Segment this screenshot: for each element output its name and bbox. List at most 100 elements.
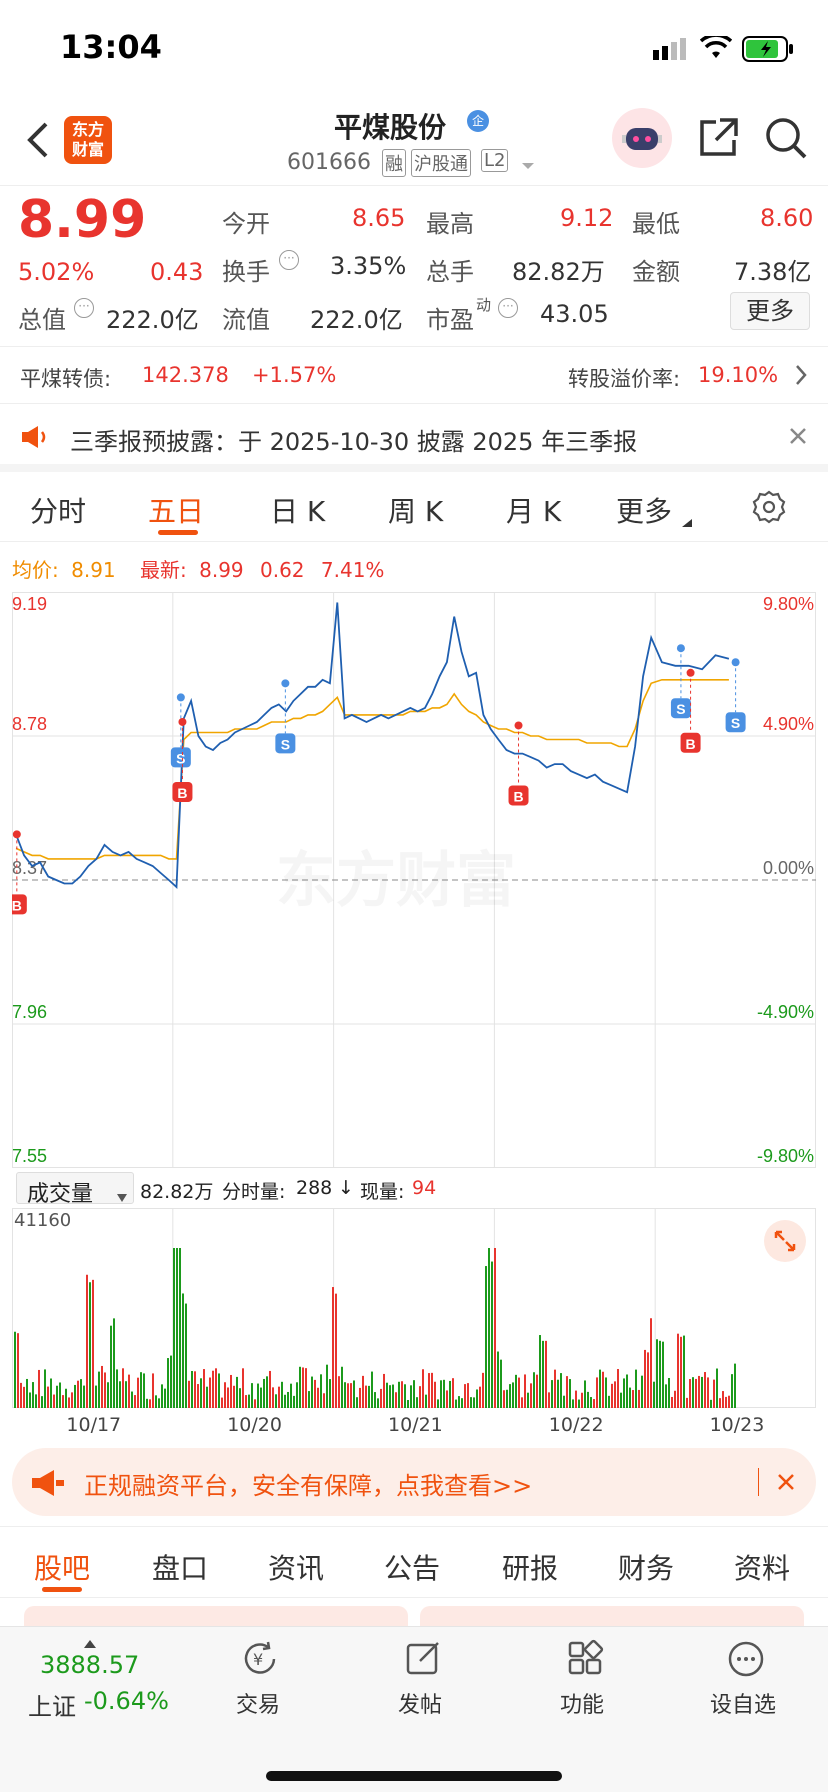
volume-selector[interactable]: 成交量 (16, 1172, 134, 1207)
nav-add-watchlist[interactable]: 设自选 (710, 1687, 776, 1719)
volume-bar (638, 1389, 640, 1408)
convertible-bond-row[interactable]: 平煤转债: 142.378 +1.57% 转股溢价率: 19.10% (0, 346, 828, 404)
volume-bar (602, 1371, 604, 1408)
volume-bar (626, 1374, 628, 1408)
pe-label: 市盈 (426, 306, 474, 334)
avg-value: 8.91 (71, 558, 116, 582)
change-value: 0.43 (150, 258, 204, 286)
volume-bar (311, 1376, 313, 1408)
ad-banner[interactable]: 正规融资平台，安全有保障，点我查看>> (12, 1448, 816, 1516)
tick-volume-value: 288 (296, 1177, 333, 1199)
volume-bar (530, 1383, 532, 1408)
trade-icon[interactable]: ¥ (240, 1639, 280, 1679)
volume-bar (80, 1379, 82, 1408)
signal-icon (653, 38, 689, 60)
tab-news[interactable]: 资讯 (268, 1547, 324, 1587)
tab-more[interactable]: 更多 (616, 490, 672, 530)
volume-bar (611, 1383, 613, 1408)
chevron-down-icon[interactable] (520, 156, 536, 169)
tab-intraday[interactable]: 分时 (30, 490, 86, 530)
tab-announcements[interactable]: 公告 (384, 1547, 440, 1587)
tag-l2: L2 (481, 149, 509, 172)
trade-marker-label: S (176, 750, 185, 766)
price-chart[interactable]: 9.19 9.80% 8.78 4.90% 8.37 0.00% 7.96 -4.90% 7.5… (12, 592, 816, 1168)
close-icon[interactable] (788, 426, 808, 446)
info-icon[interactable]: ··· (74, 298, 94, 318)
volume-bar (527, 1392, 529, 1408)
volume-bar (203, 1369, 205, 1408)
volume-bar (575, 1390, 577, 1408)
tab-five-day[interactable]: 五日 (148, 490, 204, 530)
volume-bar (698, 1375, 700, 1408)
index-value[interactable]: 3888.57 (40, 1651, 139, 1679)
volume-bar (173, 1248, 175, 1408)
volume-bar (470, 1397, 472, 1408)
share-icon[interactable] (696, 116, 740, 160)
app-logo[interactable]: 东方 财富 (64, 116, 112, 164)
chart-tabs: 分时 五日 日 K 周 K 月 K 更多 (0, 476, 828, 542)
trade-marker-label: B (686, 736, 696, 752)
volume-bar (365, 1385, 367, 1408)
volume-bar (56, 1385, 58, 1408)
volume-bar (434, 1381, 436, 1408)
volume-bar (155, 1395, 157, 1408)
tab-research[interactable]: 研报 (502, 1547, 558, 1587)
info-icon[interactable]: ··· (498, 298, 518, 318)
volume-bar (215, 1368, 217, 1408)
volume-bar (314, 1379, 316, 1408)
volume-bar (512, 1382, 514, 1408)
volume-chart[interactable]: 41160 (12, 1208, 816, 1408)
volume-bar (644, 1349, 646, 1408)
volume-bar (263, 1378, 265, 1408)
volume-bar (269, 1370, 271, 1408)
add-watchlist-icon[interactable] (726, 1639, 766, 1679)
function-icon[interactable] (566, 1639, 606, 1679)
bottom-nav: 3888.57 上证 -0.64% ¥ 交易 发帖 功能 设自选 (0, 1626, 828, 1792)
volume-bar (164, 1388, 166, 1408)
volume-bar (77, 1380, 79, 1408)
tab-week-k[interactable]: 周 K (388, 490, 443, 530)
nav-post[interactable]: 发帖 (398, 1687, 442, 1719)
volume-bar (401, 1381, 403, 1408)
tab-pankou[interactable]: 盘口 (152, 1547, 208, 1587)
more-button[interactable]: 更多 (730, 292, 810, 330)
volume-bar (266, 1376, 268, 1408)
post-icon[interactable] (404, 1639, 444, 1679)
tab-guba[interactable]: 股吧 (34, 1547, 90, 1587)
high-value: 9.12 (560, 204, 614, 232)
expand-icon[interactable] (764, 1220, 806, 1262)
volume-bar (356, 1397, 358, 1408)
tab-month-k[interactable]: 月 K (506, 490, 561, 530)
volume-total: 82.82万 (140, 1181, 214, 1203)
index-change[interactable]: -0.64% (84, 1687, 169, 1715)
trade-marker-label: S (281, 736, 290, 752)
volume-bar (113, 1318, 115, 1408)
pe-superscript: 动 (476, 296, 492, 314)
tab-finance[interactable]: 财务 (618, 1547, 674, 1587)
back-button[interactable] (24, 118, 54, 162)
volume-bar (158, 1398, 160, 1408)
close-icon[interactable] (776, 1472, 796, 1492)
tab-day-k[interactable]: 日 K (270, 490, 325, 530)
chg-pct-value: 7.41% (320, 558, 385, 582)
notice-bar[interactable]: 三季报预披露：于 2025-10-30 披露 2025 年三季报 (0, 404, 828, 472)
index-name[interactable]: 上证 (28, 1687, 76, 1722)
volume-bar (149, 1399, 151, 1408)
date-label: 10/23 (709, 1414, 765, 1436)
search-icon[interactable] (764, 116, 808, 160)
nav-trade[interactable]: 交易 (236, 1687, 280, 1719)
stock-header: 东方 财富 平煤股份 企 601666 融 沪股通 L2 (0, 96, 828, 186)
volume-bar (680, 1336, 682, 1408)
last-label: 最新: (140, 558, 187, 582)
volume-bar (587, 1391, 589, 1408)
last-value: 8.99 (199, 558, 244, 582)
triangle-down-icon (682, 512, 692, 527)
tab-profile[interactable]: 资料 (734, 1547, 790, 1587)
settings-gear-icon[interactable] (752, 490, 786, 524)
robot-assistant-icon[interactable] (612, 108, 672, 168)
volume-bar (272, 1387, 274, 1408)
nav-function[interactable]: 功能 (560, 1687, 604, 1719)
y-tick-right: 0.00% (763, 858, 814, 878)
volume-bar (710, 1399, 712, 1408)
info-icon[interactable]: ··· (279, 250, 299, 270)
